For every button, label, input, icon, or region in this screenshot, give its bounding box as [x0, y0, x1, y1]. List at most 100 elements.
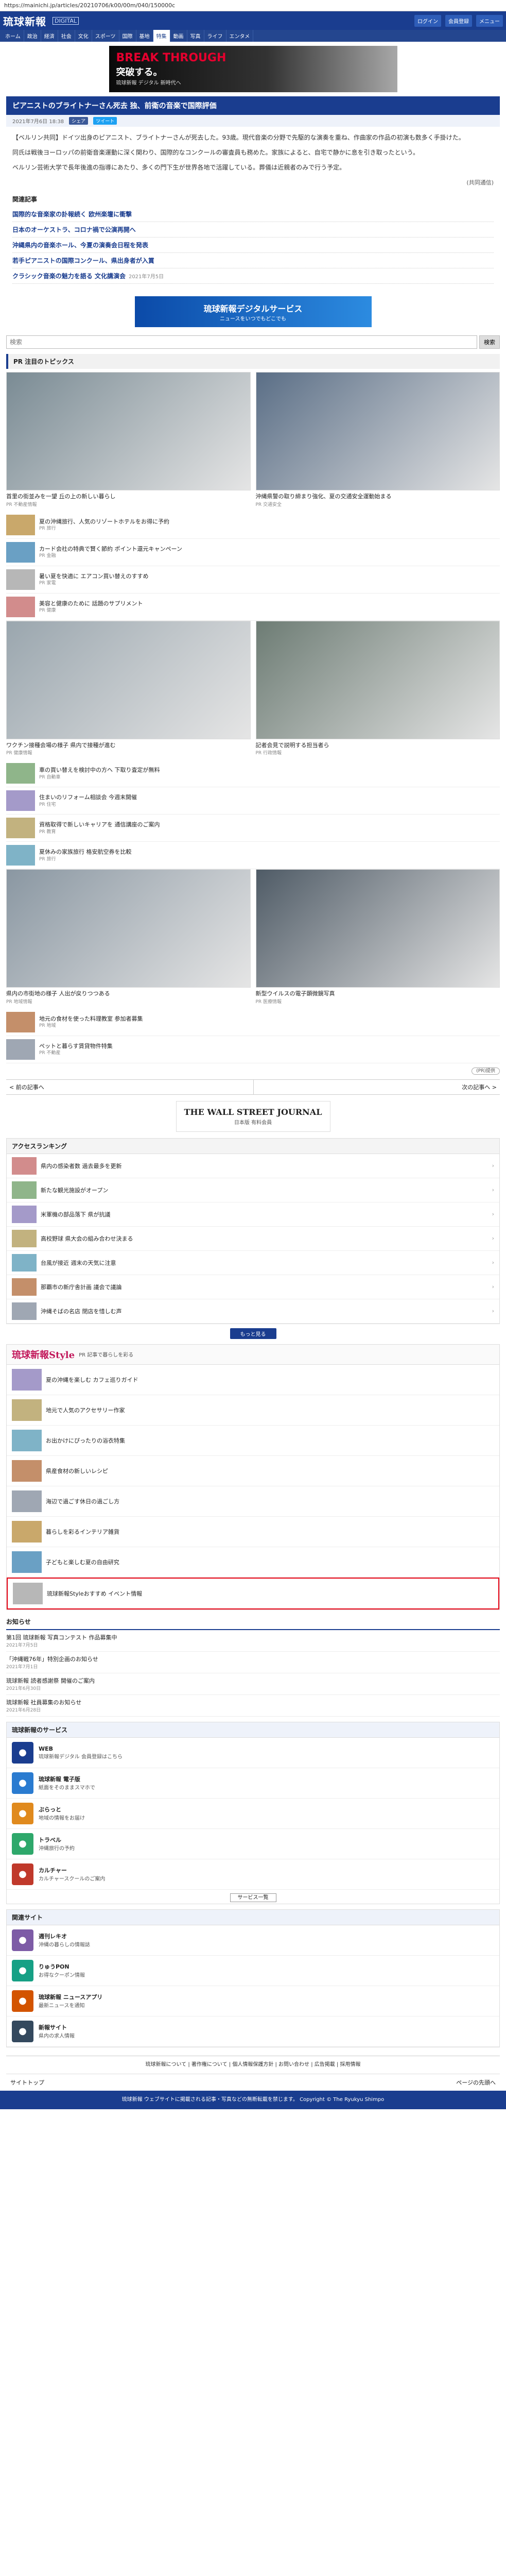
- pr-list-item[interactable]: 夏休みの家族旅行 格安航空券を比較 PR 旅行: [6, 842, 500, 870]
- style-item[interactable]: 琉球新報Styleおすすめ イベント情報: [7, 1577, 499, 1609]
- url-bar[interactable]: https://mainichi.jp/articles/20210706/k0…: [0, 0, 506, 11]
- login-button[interactable]: ログイン: [414, 14, 441, 27]
- service-desc: 紙面をそのままスマホで: [39, 1785, 95, 1791]
- style-item[interactable]: 地元で人気のアクセサリー作家: [7, 1395, 499, 1426]
- news-item[interactable]: 琉球新報 社員募集のお知らせ 2021年6月28日: [6, 1695, 500, 1717]
- other-site-item[interactable]: ● りゅうPON お得なクーポン情報: [7, 1956, 499, 1986]
- related-item[interactable]: 沖縄県内の音楽ホール、今夏の演奏会日程を発表: [12, 238, 494, 253]
- ranking-item[interactable]: 那覇市の新庁舎計画 議会で議論 ›: [7, 1275, 499, 1299]
- pr-card-caption[interactable]: 新型ウイルスの電子顕微鏡写真: [256, 990, 500, 997]
- pr-list-item[interactable]: 暑い夏を快適に エアコン買い替えのすすめ PR 家電: [6, 566, 500, 594]
- nav-item[interactable]: 政治: [24, 30, 41, 42]
- pr-list-item[interactable]: 資格取得で新しいキャリアを 通信講座のご案内 PR 教育: [6, 815, 500, 842]
- nav-item[interactable]: 社会: [58, 30, 75, 42]
- style-item[interactable]: 海辺で過ごす休日の過ごし方: [7, 1486, 499, 1517]
- next-article-link[interactable]: 次の記事へ >: [253, 1079, 500, 1094]
- service-item[interactable]: ● ぶらっと 地域の情報をお届け: [7, 1799, 499, 1829]
- nav-item[interactable]: 国際: [119, 30, 136, 42]
- related-item[interactable]: 日本のオーケストラ、コロナ禍で公演再開へ: [12, 222, 494, 238]
- nav-item[interactable]: 文化: [75, 30, 92, 42]
- site-logo[interactable]: 琉球新報: [3, 13, 46, 28]
- pr-card-caption[interactable]: ワクチン接種会場の様子 県内で接種が進む: [6, 741, 251, 749]
- pr-credit-label[interactable]: (PR)提供: [472, 1067, 500, 1075]
- wsj-ad[interactable]: THE WALL STREET JOURNAL 日本版 有料会員: [176, 1100, 330, 1132]
- app-banner[interactable]: 琉球新報デジタルサービス ニュースをいつでもどこでも: [134, 296, 372, 328]
- pr-list-item[interactable]: 美容と健康のために 話題のサプリメント PR 健康: [6, 594, 500, 621]
- site-top-link[interactable]: サイトトップ: [10, 2078, 44, 2087]
- nav-item[interactable]: スポーツ: [92, 30, 119, 42]
- other-site-item[interactable]: ● 週刊レキオ 沖縄の暮らしの情報誌: [7, 1925, 499, 1956]
- pr-card[interactable]: 県内の市街地の様子 人出が戻りつつある PR 地域情報: [6, 869, 251, 1005]
- search-button[interactable]: 検索: [479, 335, 500, 349]
- facebook-share-button[interactable]: シェア: [69, 117, 89, 125]
- ranking-title-text: 新たな観光施設がオープン: [41, 1187, 109, 1194]
- pr-list-item[interactable]: 夏の沖縄旅行、人気のリゾートホテルをお得に予約 PR 旅行: [6, 512, 500, 539]
- nav-item[interactable]: ホーム: [2, 30, 24, 42]
- ranking-item[interactable]: 新たな観光施設がオープン ›: [7, 1178, 499, 1202]
- related-item[interactable]: 国際的な音楽家の訃報続く 欧州楽壇に衝撃: [12, 207, 494, 223]
- style-item[interactable]: 暮らしを彩るインテリア雑貨: [7, 1517, 499, 1547]
- pr-list-item[interactable]: 住まいのリフォーム相談会 今週末開催 PR 住宅: [6, 787, 500, 815]
- pr-list-item[interactable]: カード会社の特典で賢く節約 ポイント還元キャンペーン PR 金融: [6, 539, 500, 566]
- pr-card-image[interactable]: [255, 869, 500, 988]
- style-item[interactable]: 夏の沖縄を楽しむ カフェ巡りガイド: [7, 1365, 499, 1395]
- related-item[interactable]: クラシック音楽の魅力を語る 文化講演会 2021年7月5日: [12, 268, 494, 284]
- ranking-item[interactable]: 台風が接近 週末の天気に注意 ›: [7, 1251, 499, 1275]
- register-button[interactable]: 会員登録: [445, 14, 472, 27]
- pr-card-caption[interactable]: 沖縄県警の取り締まり強化、夏の交通安全運動始まる: [256, 493, 500, 500]
- news-item[interactable]: 第1回 琉球新報 写真コンテスト 作品募集中 2021年7月5日: [6, 1630, 500, 1652]
- pr-card[interactable]: 沖縄県警の取り締まり強化、夏の交通安全運動始まる PR 交通安全: [255, 372, 500, 507]
- style-item[interactable]: お出かけにぴったりの浴衣特集: [7, 1426, 499, 1456]
- pr-list-item[interactable]: ペットと暮らす賃貸物件特集 PR 不動産: [6, 1036, 500, 1063]
- nav-item[interactable]: 経済: [41, 30, 58, 42]
- pr-card[interactable]: 記者会見で説明する担当者ら PR 行政情報: [255, 620, 500, 756]
- ranking-item[interactable]: 高校野球 県大会の組み合わせ決まる ›: [7, 1227, 499, 1251]
- style-item[interactable]: 子どもと楽しむ夏の自由研究: [7, 1547, 499, 1578]
- ranking-title-text: 那覇市の新庁舎計画 議会で議論: [41, 1283, 122, 1291]
- pr-list-item[interactable]: 地元の食材を使った料理教室 参加者募集 PR 地域: [6, 1009, 500, 1036]
- service-item[interactable]: ● 琉球新報 電子版 紙面をそのままスマホで: [7, 1768, 499, 1799]
- nav-item[interactable]: 特集: [153, 30, 170, 42]
- pr-card-image[interactable]: [6, 372, 251, 491]
- news-item[interactable]: 「沖縄戦76年」特別企画のお知らせ 2021年7月1日: [6, 1652, 500, 1673]
- ranking-item[interactable]: 沖縄そばの名店 閉店を惜しむ声 ›: [7, 1299, 499, 1324]
- nav-item[interactable]: エンタメ: [226, 30, 254, 42]
- pr-card[interactable]: ワクチン接種会場の様子 県内で接種が進む PR 健康情報: [6, 620, 251, 756]
- pr-card-image[interactable]: [255, 620, 500, 739]
- service-logo-icon: ●: [12, 1863, 33, 1885]
- ranking-item[interactable]: 県内の感染者数 過去最多を更新 ›: [7, 1154, 499, 1178]
- style-item[interactable]: 県産食材の新しいレシピ: [7, 1456, 499, 1486]
- nav-item[interactable]: ライフ: [204, 30, 226, 42]
- pr-card-image[interactable]: [6, 869, 251, 988]
- pr-card-image[interactable]: [6, 620, 251, 739]
- nav-item[interactable]: 写真: [187, 30, 204, 42]
- pr-card-image[interactable]: [255, 372, 500, 491]
- style-logo[interactable]: 琉球新報Style: [12, 1348, 75, 1361]
- services-more-button[interactable]: サービス一覧: [230, 1893, 276, 1902]
- prev-article-link[interactable]: < 前の記事へ: [6, 1080, 253, 1094]
- pr-list-title: 資格取得で新しいキャリアを 通信講座のご案内: [39, 821, 160, 828]
- pr-card[interactable]: 新型ウイルスの電子顕微鏡写真 PR 医療情報: [255, 869, 500, 1005]
- news-item[interactable]: 琉球新報 読者感謝祭 開催のご案内 2021年6月30日: [6, 1673, 500, 1695]
- menu-button[interactable]: メニュー: [476, 14, 503, 27]
- service-item[interactable]: ● カルチャー カルチャースクールのご案内: [7, 1859, 499, 1890]
- nav-item[interactable]: 基地: [136, 30, 153, 42]
- top-banner[interactable]: BREAK THROUGH 突破する。 琉球新報 デジタル 新時代へ: [109, 46, 397, 92]
- search-input[interactable]: [6, 335, 477, 349]
- page-top-link[interactable]: ページの先頭へ: [456, 2078, 496, 2087]
- other-site-item[interactable]: ● 新報サイト 県内の求人情報: [7, 2016, 499, 2047]
- ranking-more-button[interactable]: もっと見る: [230, 1328, 276, 1339]
- twitter-share-button[interactable]: ツイート: [93, 117, 117, 125]
- service-item[interactable]: ● トラベル 沖縄旅行の予約: [7, 1829, 499, 1859]
- nav-item[interactable]: 動画: [170, 30, 187, 42]
- pr-card-caption[interactable]: 首里の街並みを一望 丘の上の新しい暮らし: [6, 493, 251, 500]
- related-item[interactable]: 若手ピアニストの国際コンクール、県出身者が入賞: [12, 253, 494, 269]
- pr-list-item[interactable]: 車の買い替えを検討中の方へ 下取り査定が無料 PR 自動車: [6, 760, 500, 788]
- footer-links[interactable]: 琉球新報について | 著作権について | 個人情報保護方針 | お問い合わせ |…: [6, 2055, 500, 2074]
- pr-card-caption[interactable]: 県内の市街地の様子 人出が戻りつつある: [6, 990, 251, 997]
- service-item[interactable]: ● WEB 琉球新報デジタル 会員登録はこちら: [7, 1738, 499, 1768]
- ranking-item[interactable]: 米軍機の部品落下 県が抗議 ›: [7, 1202, 499, 1227]
- other-site-item[interactable]: ● 琉球新報 ニュースアプリ 最新ニュースを通知: [7, 1986, 499, 2016]
- pr-card-caption[interactable]: 記者会見で説明する担当者ら: [256, 741, 500, 749]
- pr-card[interactable]: 首里の街並みを一望 丘の上の新しい暮らし PR 不動産情報: [6, 372, 251, 507]
